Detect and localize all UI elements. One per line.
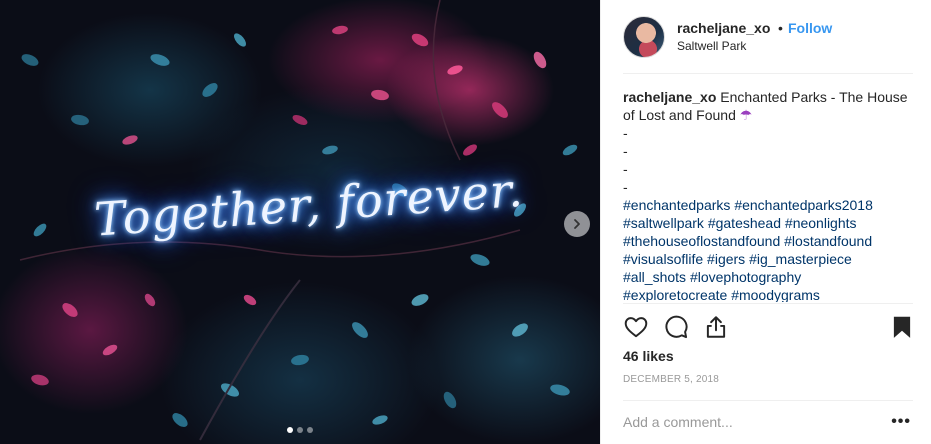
hashtag-link[interactable]: #enchantedparks2018: [734, 197, 873, 213]
more-options-button[interactable]: •••: [891, 413, 911, 431]
hashtag-link[interactable]: #exploretocreate: [623, 287, 727, 302]
hashtag-link[interactable]: #all_shots: [623, 269, 686, 285]
caption-spacer: -: [623, 161, 628, 177]
post-header: racheljane_xo • Follow Saltwell Park: [623, 16, 913, 74]
carousel-dot: [307, 427, 313, 433]
carousel-dot: [297, 427, 303, 433]
author-username[interactable]: racheljane_xo: [677, 20, 770, 36]
share-icon: [706, 316, 726, 338]
location-link[interactable]: Saltwell Park: [677, 39, 746, 53]
hashtag-link[interactable]: #enchantedparks: [623, 197, 730, 213]
hashtag-link[interactable]: #gateshead: [708, 215, 781, 231]
hashtag-link[interactable]: #thehouseoflostandfound: [623, 233, 780, 249]
comment-bar: •••: [623, 400, 913, 444]
post-details-panel: racheljane_xo • Follow Saltwell Park rac…: [600, 0, 931, 444]
hashtag-link[interactable]: #saltwellpark: [623, 215, 704, 231]
heart-icon: [624, 317, 648, 338]
like-button[interactable]: [623, 314, 649, 340]
hashtag-link[interactable]: #ig_masterpiece: [749, 251, 852, 267]
carousel-dot: [287, 427, 293, 433]
action-bar: [623, 314, 913, 342]
post-photo[interactable]: Together, forever.: [0, 0, 600, 444]
bookmark-icon: [893, 316, 911, 338]
carousel-indicator: [287, 427, 313, 433]
hashtag-link[interactable]: #lostandfound: [784, 233, 872, 249]
bookmark-button[interactable]: [889, 314, 915, 340]
separator-dot: •: [778, 20, 783, 36]
caption-spacer: -: [623, 179, 628, 195]
likes-count[interactable]: 46 likes: [623, 348, 674, 364]
post-caption: racheljane_xo Enchanted Parks - The Hous…: [623, 88, 913, 302]
divider: [623, 303, 913, 304]
share-button[interactable]: [703, 314, 729, 340]
caption-spacer: -: [623, 125, 628, 141]
umbrella-icon: ☂: [739, 107, 753, 123]
hashtag-link[interactable]: #igers: [707, 251, 745, 267]
caption-spacer: -: [623, 143, 628, 159]
post-date[interactable]: DECEMBER 5, 2018: [623, 374, 719, 385]
hashtag-link[interactable]: #visualsoflife: [623, 251, 703, 267]
comment-icon: [665, 315, 688, 339]
avatar[interactable]: [623, 16, 665, 58]
carousel-next-button[interactable]: [564, 211, 590, 237]
follow-button[interactable]: Follow: [788, 20, 832, 36]
hashtag-link[interactable]: #neonlights: [785, 215, 857, 231]
comment-input[interactable]: [623, 412, 873, 432]
hashtag-link[interactable]: #moodygrams: [731, 287, 820, 302]
chevron-right-icon: [574, 219, 580, 229]
caption-username[interactable]: racheljane_xo: [623, 89, 716, 105]
hashtag-link[interactable]: #lovephotography: [690, 269, 801, 285]
comment-button[interactable]: [663, 314, 689, 340]
